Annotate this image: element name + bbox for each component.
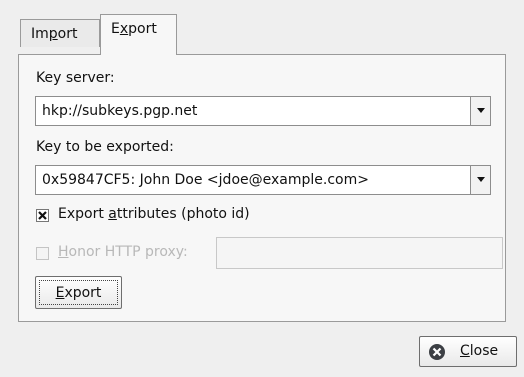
key-server-dropdown[interactable]: hkp://subkeys.pgp.net [35,96,491,126]
close-circle-icon [428,343,446,365]
key-export-label: Key to be exported: [36,139,174,155]
chevron-down-icon[interactable] [470,97,490,125]
tab-import-label: Import [31,26,78,42]
key-server-value: hkp://subkeys.pgp.net [42,103,198,119]
close-button[interactable]: Close [419,336,517,367]
proxy-input[interactable] [216,237,503,269]
key-export-value: 0x59847CF5: John Doe <jdoe@example.com> [42,172,369,188]
export-button[interactable]: Export [35,276,122,309]
export-attributes-checkbox[interactable] [36,209,49,222]
honor-proxy-label: Honor HTTP proxy: [58,244,188,260]
tab-import[interactable]: Import [20,19,100,47]
tab-export-label: Export [111,21,157,37]
tab-export[interactable]: Export [100,14,177,55]
chevron-down-icon[interactable] [470,166,490,194]
export-attributes-label: Export attributes (photo id) [58,206,250,222]
close-button-label: Close [460,343,499,359]
export-panel: Key server: hkp://subkeys.pgp.net Key to… [18,54,506,322]
honor-proxy-checkbox[interactable] [36,247,49,260]
export-button-label: Export [39,280,118,305]
key-server-label: Key server: [36,70,115,86]
x-check-icon [38,211,47,220]
key-export-dropdown[interactable]: 0x59847CF5: John Doe <jdoe@example.com> [35,165,491,195]
